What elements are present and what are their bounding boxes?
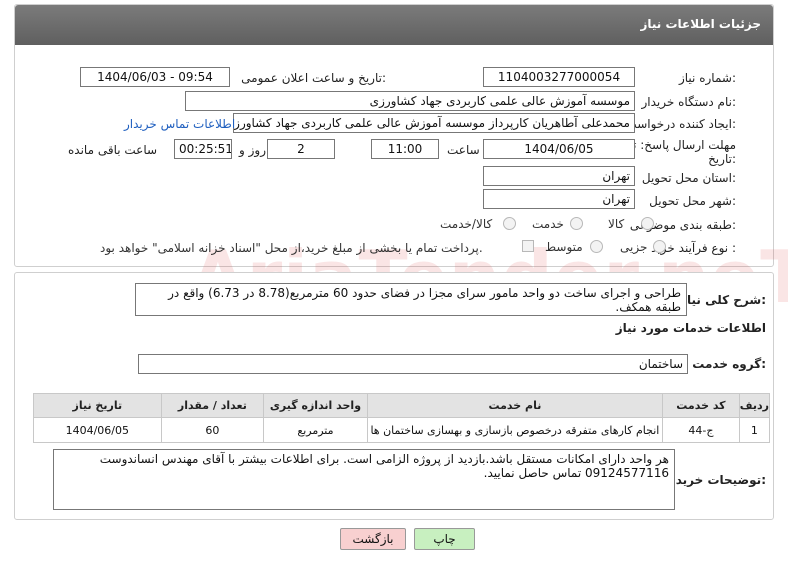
requester-field: محمدعلی آطاهریان کارپرداز موسسه آموزش عا…	[233, 113, 635, 133]
table-header-service-code: کد خدمت	[662, 393, 740, 418]
treasury-payment-note: پرداخت تمام یا بخشی از مبلغ خرید،از محل …	[100, 241, 483, 255]
print-button[interactable]: چاپ	[414, 528, 475, 550]
days-field: 2	[267, 139, 335, 159]
city-label: شهر محل تحویل:	[649, 194, 736, 208]
table-cell-service-name: انجام کارهای متفرقه درخصوص بازسازی و بهس…	[366, 417, 664, 443]
service-group-field: ساختمان	[138, 354, 688, 374]
table-row: 1 ج-44 انجام کارهای متفرقه درخصوص بازساز…	[33, 417, 771, 443]
deadline-date-field: 1404/06/05	[483, 139, 635, 159]
buyer-contact-link[interactable]: اطلاعات تماس خریدار	[124, 117, 235, 131]
services-table: ردیف کد خدمت نام خدمت واحد اندازه گیری ت…	[33, 393, 771, 443]
buyer-notes-field: هر واحد دارای امکانات مستقل باشد.بازدید …	[53, 449, 675, 510]
table-cell-row-number: 1	[738, 417, 771, 443]
table-header-quantity: تعداد / مقدار	[160, 393, 265, 418]
table-header-need-date: تاریخ نیاز	[33, 393, 162, 418]
remaining-label: ساعت باقی مانده	[68, 143, 158, 157]
buyer-org-label: نام دستگاه خریدار:	[641, 95, 737, 109]
requester-label: ایجاد کننده درخواست:	[625, 117, 736, 131]
buyer-org-field: موسسه آموزش عالی علمی کاربردی جهاد کشاور…	[185, 91, 635, 111]
table-cell-need-date: 1404/06/05	[33, 417, 162, 443]
table-header-unit: واحد اندازه گیری	[263, 393, 368, 418]
city-field: تهران	[483, 189, 635, 209]
description-field: طراحی و اجرای ساخت دو واحد مامور سرای مج…	[135, 283, 687, 316]
need-number-field: 1104003277000054	[483, 67, 635, 87]
category-option-service: خدمت	[532, 217, 564, 231]
purchase-radio-partial[interactable]	[653, 240, 666, 253]
need-number-label: شماره نیاز:	[678, 71, 736, 85]
days-label: روز و	[239, 143, 266, 157]
service-group-label: گروه خدمت:	[692, 357, 766, 371]
panel-header: جزئیات اطلاعات نیاز	[15, 5, 773, 45]
back-button[interactable]: بازگشت	[340, 528, 406, 550]
purchase-radio-medium[interactable]	[590, 240, 603, 253]
category-radio-goods-service[interactable]	[503, 217, 516, 230]
table-cell-quantity: 60	[160, 417, 265, 443]
category-option-goods: کالا	[608, 217, 625, 231]
province-label: استان محل تحویل:	[641, 171, 736, 185]
table-header-service-name: نام خدمت	[366, 393, 664, 418]
remaining-time-field: 00:25:51	[174, 139, 232, 159]
services-section-title: اطلاعات خدمات مورد نیاز	[615, 321, 766, 335]
table-header-row-number: ردیف	[738, 393, 771, 418]
description-label: شرح کلی نیاز:	[680, 293, 766, 307]
purchase-option-medium: متوسط	[545, 240, 583, 254]
announce-date-field: 1404/06/03 - 09:54	[80, 67, 230, 87]
table-cell-unit: مترمربع	[263, 417, 368, 443]
deadline-date-label: تاریخ:	[708, 152, 736, 166]
deadline-label: مهلت ارسال پاسخ: تا	[629, 138, 736, 152]
purchase-option-partial: جزیی	[620, 240, 648, 254]
page-title: جزئیات اطلاعات نیاز	[640, 17, 761, 31]
deadline-time-field: 11:00	[371, 139, 439, 159]
category-radio-goods[interactable]	[641, 217, 654, 230]
province-field: تهران	[483, 166, 635, 186]
table-cell-service-code: ج-44	[662, 417, 740, 443]
category-radio-service[interactable]	[570, 217, 583, 230]
time-label: ساعت	[447, 143, 480, 157]
announce-date-label: تاریخ و ساعت اعلان عمومی:	[241, 71, 386, 85]
category-option-goods-service: کالا/خدمت	[440, 217, 493, 231]
buyer-notes-label: توضیحات خریدار:	[664, 473, 766, 487]
treasury-payment-checkbox[interactable]	[522, 240, 534, 252]
